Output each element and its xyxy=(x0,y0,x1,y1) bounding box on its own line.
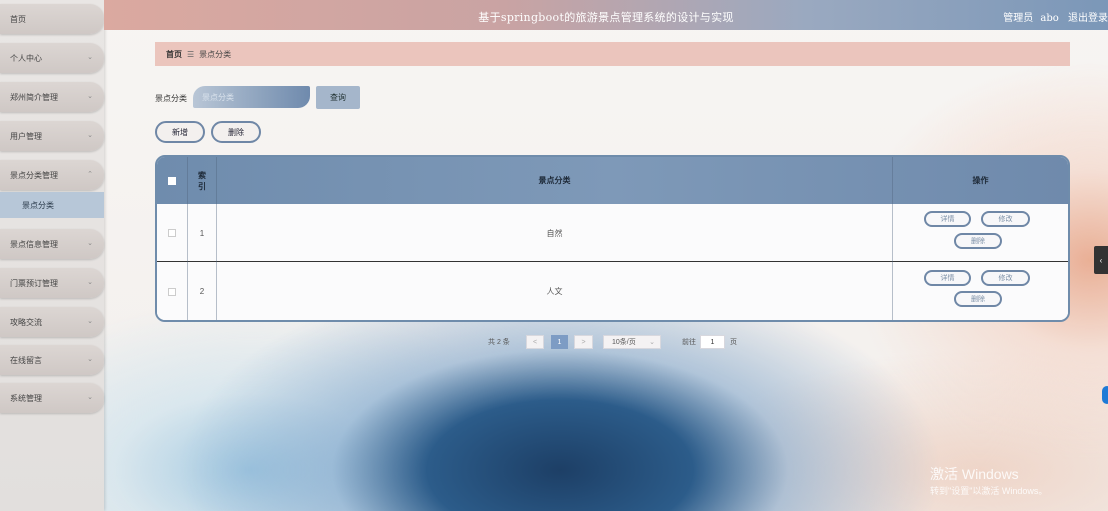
select-all-checkbox[interactable] xyxy=(168,176,176,185)
column-divider xyxy=(892,157,893,320)
table-header: 索引 景点分类 操作 xyxy=(157,157,1068,204)
activation-watermark-title: 激活 Windows xyxy=(930,466,1019,482)
page-size-value: 10条/页 xyxy=(612,339,636,346)
sidebar-item-label: 个人中心 xyxy=(10,53,42,63)
edit-button[interactable]: 修改 xyxy=(981,211,1030,227)
sidebar-item-label: 景点分类管理 xyxy=(10,170,58,180)
row-index: 1 xyxy=(199,228,205,238)
sidebar-item-label: 门票预订管理 xyxy=(10,278,58,288)
search-label: 景点分类 xyxy=(155,94,187,103)
page-number-button[interactable]: 1 xyxy=(551,335,568,349)
goto-suffix: 页 xyxy=(730,339,737,346)
sidebar-item-label: 攻略交流 xyxy=(10,317,42,327)
detail-button[interactable]: 详情 xyxy=(924,270,971,286)
logout-link[interactable]: 退出登录 xyxy=(1068,13,1108,24)
chevron-down-icon: ⌄ xyxy=(87,279,93,286)
chevron-up-icon: ⌃ xyxy=(87,171,93,178)
column-header-category: 景点分类 xyxy=(538,176,571,185)
select-all-cell xyxy=(157,157,187,204)
sidebar-item-ticket-booking[interactable]: 门票预订管理 ⌄ xyxy=(0,268,104,298)
row-category: 自然 xyxy=(546,228,563,238)
sidebar-item-zhengzhou-intro[interactable]: 郑州简介管理 ⌄ xyxy=(0,82,104,112)
breadcrumb-current: 景点分类 xyxy=(199,49,232,59)
user-role: 管理员 xyxy=(1003,13,1034,24)
page-size-select[interactable]: 10条/页 ⌄ xyxy=(603,335,661,349)
detail-button[interactable]: 详情 xyxy=(924,211,971,227)
row-checkbox[interactable] xyxy=(168,229,176,237)
delete-button[interactable]: 删除 xyxy=(954,233,1002,249)
row-category: 人文 xyxy=(546,287,563,296)
add-button[interactable]: 新增 xyxy=(155,121,205,143)
chevron-down-icon: ⌄ xyxy=(87,93,93,100)
chevron-down-icon: ⌄ xyxy=(649,339,655,346)
top-bar: 基于springboot的旅游景点管理系统的设计与实现 管理员 abo 退出登录 xyxy=(104,0,1108,30)
batch-delete-button[interactable]: 删除 xyxy=(211,121,261,143)
edit-button[interactable]: 修改 xyxy=(981,270,1030,286)
chevron-down-icon: ⌄ xyxy=(87,54,93,61)
pagination-total: 共 2 条 xyxy=(488,339,510,346)
sidebar-item-guides[interactable]: 攻略交流 ⌄ xyxy=(0,307,104,337)
query-button[interactable]: 查询 xyxy=(316,86,360,109)
sidebar-item-label: 景点信息管理 xyxy=(10,239,58,249)
floating-indicator[interactable] xyxy=(1102,386,1108,404)
sidebar-item-scenic-info[interactable]: 景点信息管理 ⌄ xyxy=(0,229,104,259)
sidebar-item-users[interactable]: 用户管理 ⌄ xyxy=(0,121,104,151)
sidebar-item-messages[interactable]: 在线留言 ⌄ xyxy=(0,345,104,375)
delete-button[interactable]: 删除 xyxy=(954,291,1002,307)
sidebar-item-label: 郑州简介管理 xyxy=(10,92,58,102)
app-title: 基于springboot的旅游景点管理系统的设计与实现 xyxy=(478,11,734,24)
row-select-cell xyxy=(157,204,187,262)
username: abo xyxy=(1040,13,1059,24)
row-index: 2 xyxy=(199,287,205,296)
column-header-actions: 操作 xyxy=(972,176,989,185)
category-table: 索引 景点分类 操作 1 自然 详情 修改 删除 2 人文 详情 修改 删除 xyxy=(155,155,1070,322)
chevron-down-icon: ⌄ xyxy=(87,394,93,401)
sidebar-item-home[interactable]: 首页 xyxy=(0,4,104,34)
table-row: 1 自然 详情 修改 删除 xyxy=(157,204,1068,262)
chevron-left-icon[interactable]: ‹ xyxy=(1094,246,1108,274)
sidebar-item-label: 在线留言 xyxy=(10,355,42,365)
chevron-down-icon: ⌄ xyxy=(87,240,93,247)
sidebar-item-label: 用户管理 xyxy=(10,131,42,141)
breadcrumb-home[interactable]: 首页 xyxy=(166,49,182,60)
goto-page-input[interactable]: 1 xyxy=(700,335,725,349)
sidebar-item-label: 系统管理 xyxy=(10,393,42,403)
sidebar-subitem-category[interactable]: 景点分类 xyxy=(0,192,104,218)
sidebar-item-system[interactable]: 系统管理 ⌄ xyxy=(0,383,104,413)
sidebar-item-category-management[interactable]: 景点分类管理 ⌃ xyxy=(0,160,104,190)
table-row: 2 人文 详情 修改 删除 xyxy=(157,263,1068,320)
prev-page-button[interactable]: < xyxy=(526,335,544,349)
breadcrumb-separator-icon: ☰ xyxy=(187,49,195,59)
sidebar: 首页 个人中心 ⌄ 郑州简介管理 ⌄ 用户管理 ⌄ 景点分类管理 ⌃ 景点分类 … xyxy=(0,0,104,511)
breadcrumb: 首页 ☰ 景点分类 xyxy=(155,42,1070,66)
search-input[interactable] xyxy=(193,86,310,108)
sidebar-subitem-label: 景点分类 xyxy=(22,200,54,210)
column-divider xyxy=(216,157,217,320)
goto-prefix: 前往 xyxy=(682,339,696,346)
chevron-down-icon: ⌄ xyxy=(87,318,93,325)
row-select-cell xyxy=(157,263,187,320)
column-divider xyxy=(187,157,188,320)
sidebar-item-personal-center[interactable]: 个人中心 ⌄ xyxy=(0,43,104,73)
activation-watermark-text: 转到"设置"以激活 Windows。 xyxy=(930,486,1048,496)
row-checkbox[interactable] xyxy=(168,287,176,296)
user-info: 管理员 abo 退出登录 xyxy=(997,9,1108,24)
column-header-index: 索引 xyxy=(198,170,206,191)
chevron-down-icon: ⌄ xyxy=(87,132,93,139)
next-page-button[interactable]: > xyxy=(574,335,593,349)
chevron-down-icon: ⌄ xyxy=(87,356,93,363)
sidebar-item-label: 首页 xyxy=(10,14,26,24)
